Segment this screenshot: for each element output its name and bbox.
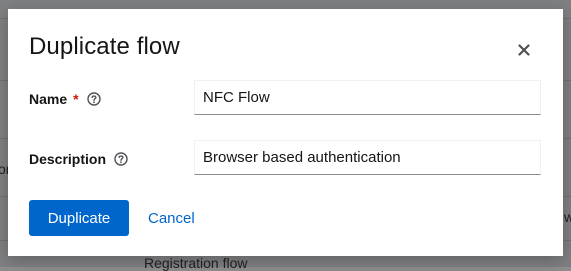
background-link-registration-flow: Registration flow [144,255,248,271]
modal-title: Duplicate flow [29,33,180,60]
help-icon [114,152,128,166]
name-help-button[interactable] [86,92,101,106]
description-field-value: Browser based authentication [203,149,401,166]
name-label-group: Name * [29,91,101,107]
description-label-group: Description [29,151,128,167]
description-field[interactable]: Browser based authentication [194,140,541,175]
name-field-value: NFC Flow [203,89,270,106]
help-icon [86,92,101,106]
name-label: Name [29,91,68,107]
close-button[interactable] [514,40,534,60]
duplicate-button[interactable]: Duplicate [29,200,129,236]
description-label: Description [29,151,107,167]
duplicate-flow-modal: Duplicate flow Name * NFC Flow Descripti… [8,9,563,256]
close-icon [518,44,530,56]
cancel-button[interactable]: Cancel [148,200,195,236]
name-field[interactable]: NFC Flow [194,80,541,115]
required-marker: * [73,91,79,107]
background-text: w [564,209,571,225]
description-help-button[interactable] [114,152,128,166]
